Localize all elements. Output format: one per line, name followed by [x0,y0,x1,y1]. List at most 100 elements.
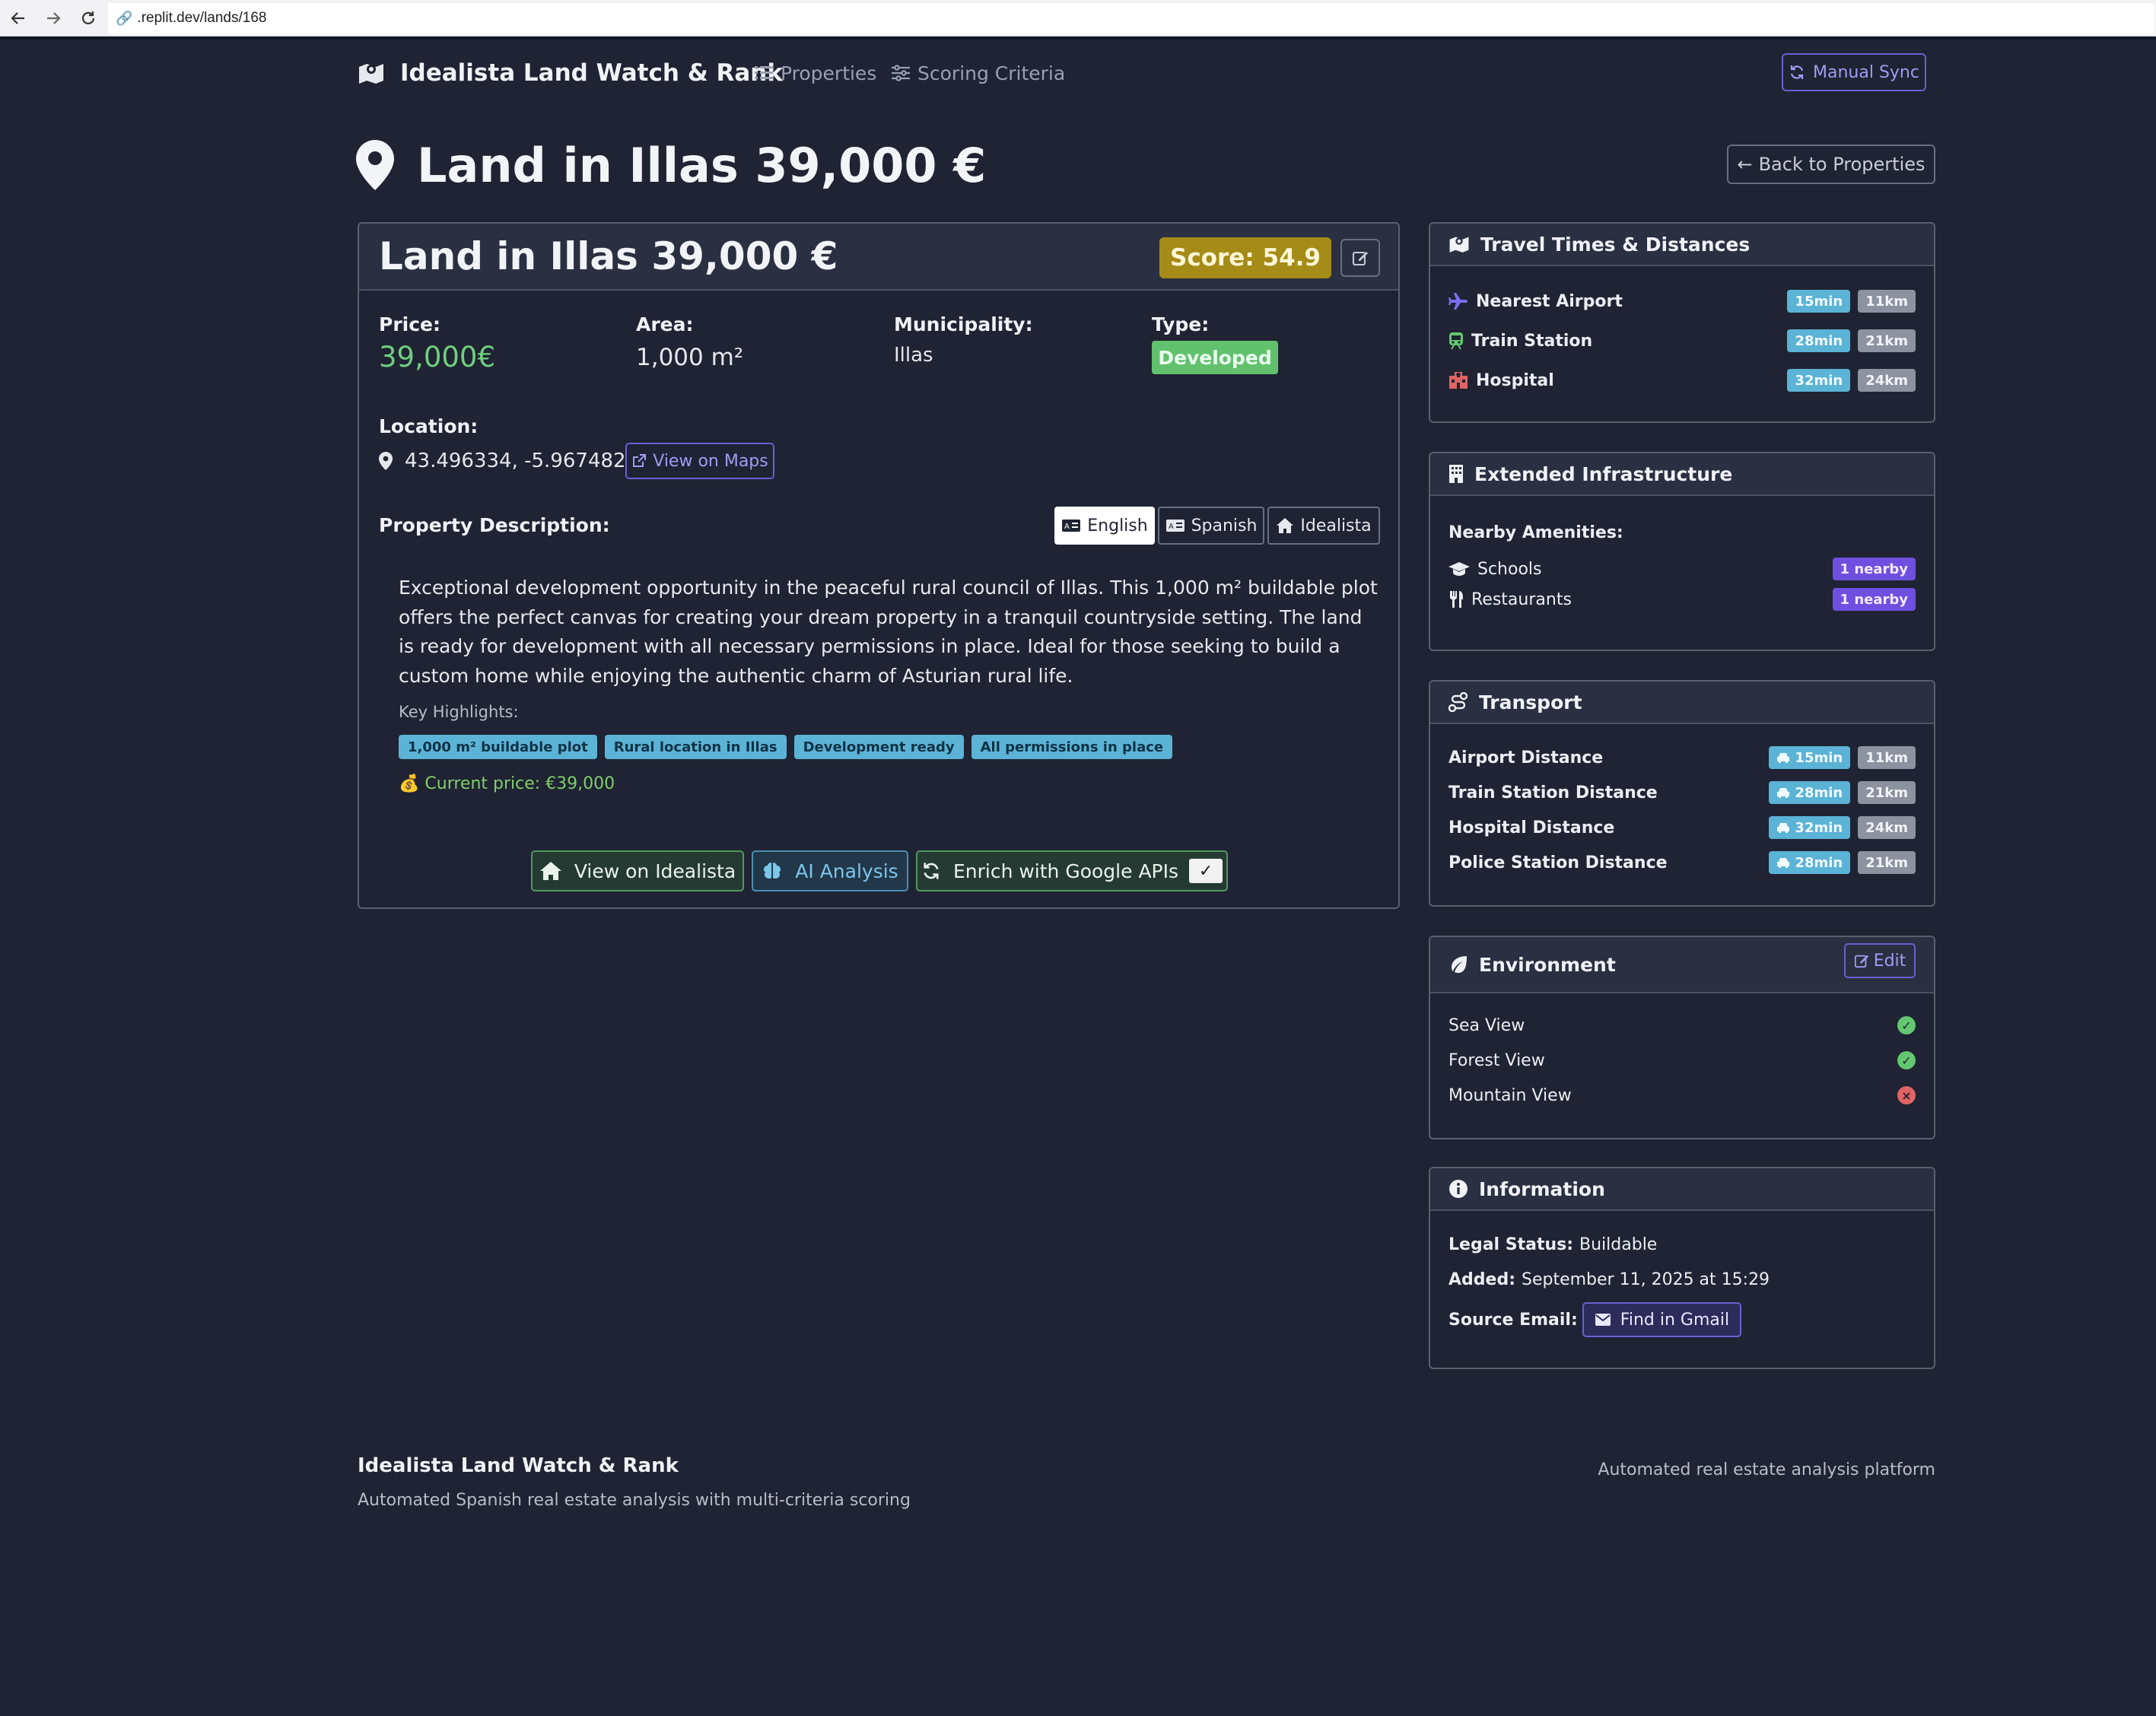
nav-properties[interactable]: Properties [755,58,876,88]
env-row-sea-view: Sea View ✓ [1448,1010,1916,1041]
nav-properties-label: Properties [781,62,877,84]
reload-icon[interactable] [72,2,105,35]
language-icon: A [1062,520,1081,532]
information-header: Information [1430,1168,1934,1211]
travel-times-card: Travel Times & Distances Nearest Airport… [1429,222,1935,423]
distance-badge: 11km [1858,290,1916,313]
distance-badge: 21km [1858,329,1916,352]
information-title: Information [1479,1177,1605,1200]
price-value: 39,000€ [379,341,496,373]
footer-title: Idealista Land Watch & Rank [358,1454,679,1477]
travel-label: Hospital [1476,370,1554,390]
checkmark-icon: ✓ [1189,859,1223,883]
infrastructure-card: Extended Infrastructure Nearby Amenities… [1429,452,1935,651]
environment-edit-button[interactable]: Edit [1844,943,1916,978]
added-row: Added: September 11, 2025 at 15:29 [1448,1264,1916,1295]
external-link-icon [633,454,647,467]
distance-badge: 24km [1858,369,1916,392]
ai-analysis-button[interactable]: AI Analysis [752,850,908,891]
information-card: Information Legal Status: Buildable Adde… [1429,1167,1935,1369]
env-row-mountain-view: Mountain View × [1448,1080,1916,1111]
coordinates-text: 43.496334, -5.967482 [405,450,626,472]
transport-row-hospital: Hospital Distance 32min 24km [1448,812,1916,843]
coordinates: 43.496334, -5.967482 [379,446,626,476]
environment-edit-label: Edit [1873,951,1906,971]
ai-analysis-label: AI Analysis [795,860,898,882]
nav-scoring-label: Scoring Criteria [917,62,1066,84]
transport-label: Police Station Distance [1448,853,1668,872]
property-title: Land in Illas 39,000 € [379,234,838,278]
type-badge: Developed [1152,341,1278,374]
car-icon [1777,858,1790,868]
current-price: 💰 Current price: €39,000 [399,774,615,793]
highlights-label: Key Highlights: [399,703,519,721]
nav-scoring-criteria[interactable]: Scoring Criteria [892,58,1065,88]
view-on-maps-button[interactable]: View on Maps [625,443,774,479]
enrich-google-apis-button[interactable]: Enrich with Google APIs ✓ [916,850,1228,891]
view-on-idealista-label: View on Idealista [574,860,736,882]
brand[interactable]: Idealista Land Watch & Rank [358,56,783,90]
highlight-tag: Development ready [793,735,964,759]
tab-idealista[interactable]: Idealista [1267,507,1380,545]
tab-english-label: English [1087,516,1148,535]
legal-status-value: Buildable [1579,1235,1658,1254]
price-label: Price: [379,313,440,335]
highlights-list: 1,000 m² buildable plot Rural location i… [399,735,1180,759]
map-pin-icon [356,140,394,190]
brain-icon [764,863,781,879]
distance-badge: 21km [1858,851,1916,874]
view-on-idealista-button[interactable]: View on Idealista [531,850,744,891]
location-label: Location: [379,415,479,437]
travel-row-train: Train Station 28min 21km [1448,326,1916,356]
municipality-label: Municipality: [894,313,1033,335]
transport-row-train: Train Station Distance 28min 21km [1448,777,1916,808]
car-icon [1777,753,1790,763]
transport-label: Hospital Distance [1448,818,1615,837]
manual-sync-button[interactable]: Manual Sync [1782,53,1926,91]
address-bar[interactable]: 🔗 .replit.dev/lands/168 [108,3,2154,33]
time-badge: 28min [1769,851,1851,874]
tab-spanish[interactable]: A Spanish [1158,507,1264,545]
footer-tagline: Automated real estate analysis platform [1598,1460,1935,1479]
home-icon [1277,518,1294,533]
time-text: 15min [1795,749,1843,766]
back-label: Back to Properties [1758,154,1925,175]
edit-icon [1353,252,1368,265]
highlight-tag: Rural location in Illas [604,735,787,759]
transport-row-police: Police Station Distance 28min 21km [1448,847,1916,878]
forward-arrow-icon[interactable] [37,2,70,35]
x-circle-icon: × [1897,1086,1916,1104]
car-icon [1777,823,1790,833]
source-email-row: Source Email: Find in Gmail [1448,1301,1916,1339]
find-in-gmail-button[interactable]: Find in Gmail [1582,1302,1742,1337]
area-label: Area: [636,313,694,335]
find-in-gmail-label: Find in Gmail [1620,1310,1730,1330]
time-text: 28min [1795,784,1843,801]
time-badge: 32min [1787,369,1851,392]
link-icon: 🔗 [116,10,133,26]
legal-status-row: Legal Status: Buildable [1448,1229,1916,1260]
hospital-icon [1449,372,1468,389]
utensils-icon [1450,591,1463,608]
view-on-maps-label: View on Maps [653,451,768,471]
enrich-google-apis-label: Enrich with Google APIs [952,860,1179,882]
time-text: 28min [1795,854,1843,871]
tab-english[interactable]: A English [1054,507,1155,545]
check-circle-icon: ✓ [1897,1051,1916,1069]
amenity-row-restaurants: Restaurants 1 nearby [1448,584,1916,615]
check-circle-icon: ✓ [1897,1016,1916,1034]
time-badge: 15min [1769,746,1851,769]
graduation-cap-icon [1448,562,1470,576]
property-card: Land in Illas 39,000 € Score: 54.9 Price… [358,222,1400,909]
train-icon [1449,332,1463,350]
municipality-value: Illas [894,344,933,367]
amenity-label: Schools [1477,559,1542,579]
map-location-icon [1449,237,1469,253]
time-badge: 28min [1769,781,1851,804]
tab-spanish-label: Spanish [1191,516,1258,535]
edit-score-button[interactable] [1340,239,1380,277]
svg-text:A: A [1169,523,1174,531]
back-arrow-icon[interactable] [2,2,35,35]
back-to-properties-button[interactable]: ← Back to Properties [1727,145,1935,184]
edit-icon [1854,955,1868,968]
